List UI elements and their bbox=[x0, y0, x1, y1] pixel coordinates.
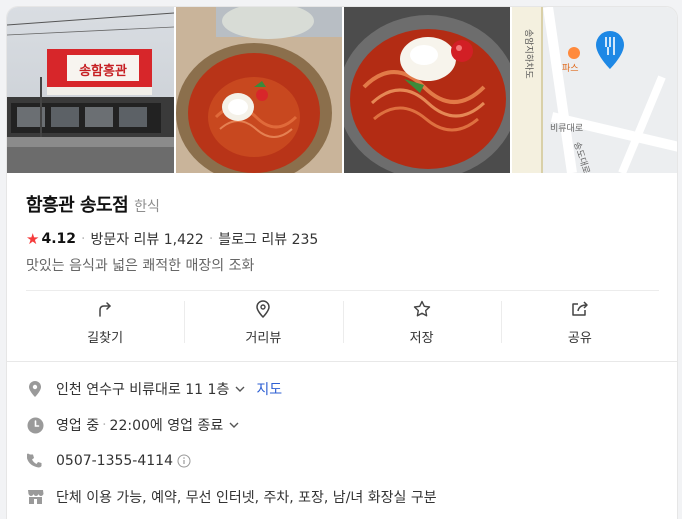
directions-label: 길찾기 bbox=[87, 330, 124, 346]
business-status: 영업 중 bbox=[56, 418, 100, 434]
info-icon[interactable] bbox=[177, 454, 191, 468]
map-marker-icon bbox=[26, 380, 44, 398]
save-button[interactable]: 저장 bbox=[342, 291, 501, 353]
blog-reviews-link[interactable]: 블로그 리뷰 235 bbox=[218, 229, 318, 249]
location-pin-icon bbox=[256, 299, 271, 318]
map-thumbnail[interactable]: 송암지하차도 비류대로 송도대로 파스 bbox=[512, 7, 677, 173]
hours-row: 영업 중 · 22:00에 영업 종료 bbox=[26, 415, 240, 435]
share-icon bbox=[572, 300, 588, 316]
star-icon bbox=[413, 300, 430, 316]
map-label-road2: 비류대로 bbox=[550, 123, 583, 134]
amenities-text: 단체 이용 가능, 예약, 무선 인터넷, 주차, 포장, 남/녀 화장실 구분 bbox=[56, 490, 437, 506]
address-text[interactable]: 인천 연수구 비류대로 11 1층 bbox=[56, 379, 229, 399]
separator-dot: · bbox=[81, 231, 86, 247]
separator-dot: · bbox=[102, 417, 107, 433]
action-bar: 길찾기 거리뷰 저장 공유 bbox=[26, 291, 659, 353]
address-row: 인천 연수구 비류대로 11 1층 지도 bbox=[26, 379, 282, 399]
storefront-sign-text: 송함흥관 bbox=[79, 63, 127, 79]
amenities-row: 단체 이용 가능, 예약, 무선 인터넷, 주차, 포장, 남/녀 화장실 구분 bbox=[26, 487, 437, 507]
phone-number[interactable]: 0507-1355-4114 bbox=[56, 453, 173, 469]
save-label: 저장 bbox=[409, 330, 434, 346]
phone-icon bbox=[26, 452, 44, 470]
food-photo-2[interactable] bbox=[344, 7, 510, 173]
place-name[interactable]: 함흥관 송도점 bbox=[26, 191, 129, 217]
share-button[interactable]: 공유 bbox=[500, 291, 659, 353]
map-label-poi: 파스 bbox=[562, 63, 579, 74]
rating-star-icon: ★ bbox=[26, 230, 40, 248]
chevron-down-icon[interactable] bbox=[234, 383, 246, 395]
section-divider bbox=[7, 361, 677, 362]
street-view-label: 거리뷰 bbox=[245, 330, 282, 346]
place-category: 한식 bbox=[134, 199, 160, 215]
rating-value: 4.12 bbox=[41, 231, 76, 247]
food-photo-1[interactable] bbox=[176, 7, 342, 173]
map-link[interactable]: 지도 bbox=[256, 379, 282, 399]
store-icon bbox=[26, 488, 44, 506]
storefront-photo[interactable]: 송함흥관 bbox=[7, 7, 174, 173]
street-view-button[interactable]: 거리뷰 bbox=[184, 291, 342, 353]
place-card: 송함흥관 송암지하차도 비류대로 송도대로 파스 함흥관 송도점 한식 ★ 4.… bbox=[6, 6, 678, 519]
visitor-reviews-link[interactable]: 방문자 리뷰 1,422 bbox=[90, 229, 203, 249]
photo-strip[interactable]: 송함흥관 송암지하차도 비류대로 송도대로 파스 bbox=[7, 7, 677, 173]
phone-row: 0507-1355-4114 bbox=[26, 452, 191, 470]
business-hours[interactable]: 22:00에 영업 종료 bbox=[110, 415, 224, 435]
map-label-road1: 송암지하차도 bbox=[523, 29, 535, 79]
directions-button[interactable]: 길찾기 bbox=[26, 291, 184, 353]
directions-icon bbox=[99, 301, 111, 317]
share-label: 공유 bbox=[567, 330, 592, 346]
separator-dot: · bbox=[208, 231, 214, 247]
place-description: 맛있는 음식과 넓은 쾌적한 매장의 조화 bbox=[26, 258, 255, 274]
clock-icon bbox=[26, 416, 44, 434]
review-stats: ★ 4.12 · 방문자 리뷰 1,422 · 블로그 리뷰 235 bbox=[26, 229, 318, 249]
chevron-down-icon[interactable] bbox=[228, 419, 240, 431]
title-row: 함흥관 송도점 한식 bbox=[26, 191, 160, 217]
